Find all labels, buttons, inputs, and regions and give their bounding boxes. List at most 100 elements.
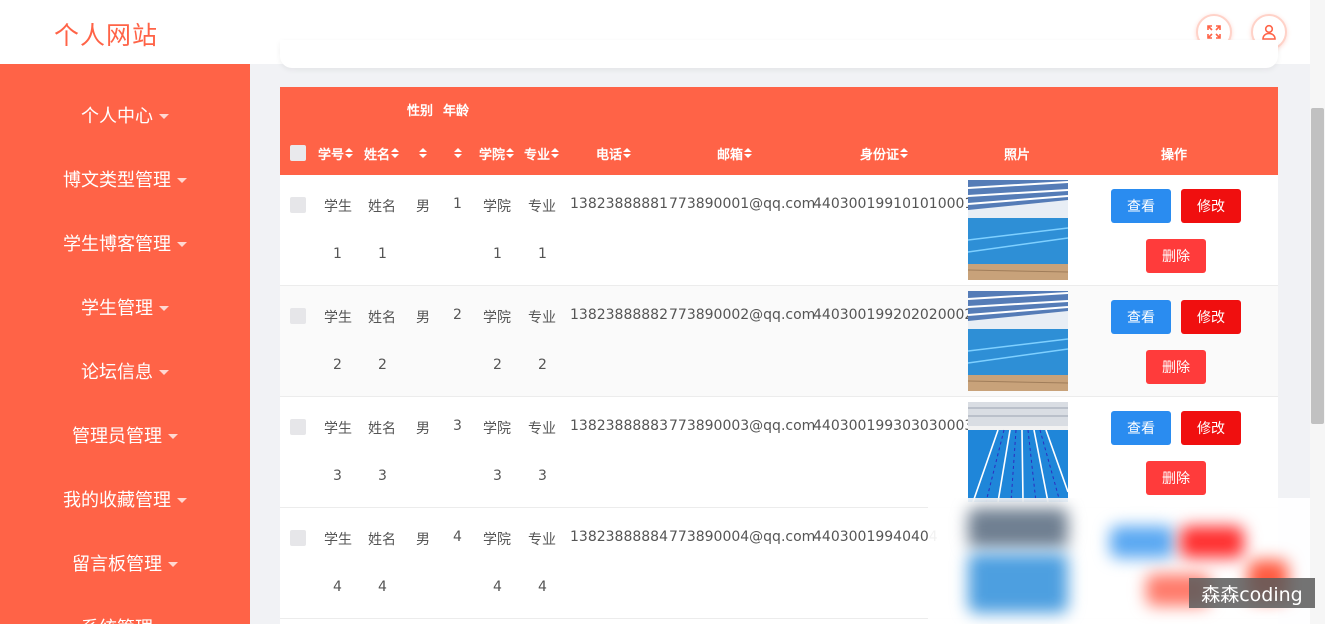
- cell-student-no-line2: 2: [333, 357, 342, 373]
- header-label: 年龄: [443, 103, 470, 119]
- cell-phone: 13823888883: [570, 418, 668, 434]
- caret-down-icon: [168, 433, 178, 439]
- cell-email: 773890002@qq.com: [669, 307, 816, 323]
- cell-student-no-line2: 1: [333, 246, 342, 262]
- header-major[interactable]: 专业: [524, 143, 560, 163]
- cell-gender: 男: [416, 421, 430, 437]
- table-row: 学生 2 姓名 2 男 2 学院 2 专业 2 13823888882 7738…: [280, 286, 1278, 397]
- delete-button[interactable]: 删除: [1146, 461, 1206, 495]
- edit-button[interactable]: 修改: [1181, 300, 1241, 334]
- header-label: 操作: [1161, 147, 1188, 163]
- sidebar-item-forum[interactable]: 论坛信息: [0, 351, 250, 391]
- cell-name: 姓名: [368, 421, 396, 437]
- header-label: 专业: [524, 147, 551, 163]
- cell-major-line2: 1: [538, 246, 547, 262]
- row-checkbox[interactable]: [290, 419, 306, 435]
- cell-student-no-line2: 3: [333, 468, 342, 484]
- sidebar-item-admin[interactable]: 管理员管理: [0, 415, 250, 455]
- cell-student-no-line2: 4: [333, 579, 342, 595]
- cell-name: 姓名: [368, 199, 396, 215]
- cell-gender: 男: [416, 199, 430, 215]
- cell-major-line2: 2: [538, 357, 547, 373]
- cell-name-line2: 3: [378, 468, 387, 484]
- header-label: 学号: [318, 147, 345, 163]
- cell-major: 专业: [528, 532, 556, 548]
- sort-icon: [345, 147, 354, 159]
- row-checkbox[interactable]: [290, 308, 306, 324]
- sidebar-item-personal-center[interactable]: 个人中心: [0, 95, 250, 135]
- view-button[interactable]: 查看: [1111, 411, 1171, 445]
- cell-college: 学院: [483, 421, 511, 437]
- delete-button[interactable]: 删除: [1146, 350, 1206, 384]
- cell-age: 3: [453, 418, 462, 434]
- sidebar-item-label: 学生博客管理: [63, 234, 171, 255]
- header-actions: 操作: [1161, 143, 1187, 163]
- cell-student-no: 学生: [324, 199, 352, 215]
- header-label: 身份证: [860, 147, 900, 163]
- cell-college-line2: 3: [493, 468, 502, 484]
- cell-student-no: 学生: [324, 532, 352, 548]
- cell-id-card: 440300199202020002: [813, 307, 974, 323]
- sort-icon: [744, 147, 753, 159]
- student-photo: [968, 291, 1068, 391]
- cell-college-line2: 2: [493, 357, 502, 373]
- sidebar-item-label: 论坛信息: [81, 362, 153, 383]
- sidebar-item-favorites[interactable]: 我的收藏管理: [0, 479, 250, 519]
- view-button[interactable]: 查看: [1111, 189, 1171, 223]
- header-label: 邮箱: [717, 147, 744, 163]
- caret-down-icon: [168, 561, 178, 567]
- edit-button[interactable]: 修改: [1181, 189, 1241, 223]
- header-name[interactable]: 姓名: [364, 143, 400, 163]
- cell-major: 专业: [528, 199, 556, 215]
- sidebar-item-student[interactable]: 学生管理: [0, 287, 250, 327]
- sidebar-item-label: 留言板管理: [72, 554, 162, 575]
- row-checkbox[interactable]: [290, 197, 306, 213]
- sort-icon: [900, 147, 909, 159]
- cell-name-line2: 2: [378, 357, 387, 373]
- caret-down-icon: [159, 369, 169, 375]
- sidebar-item-label: 系统管理: [81, 614, 153, 624]
- cell-id-card: 44030019940404: [813, 529, 938, 545]
- cell-name-line2: 4: [378, 579, 387, 595]
- cell-college-line2: 4: [493, 579, 502, 595]
- header-phone[interactable]: 电话: [596, 143, 632, 163]
- sort-age-button[interactable]: [453, 143, 462, 163]
- header-id-card[interactable]: 身份证: [860, 143, 909, 163]
- sort-icon: [419, 147, 427, 159]
- cell-college: 学院: [483, 199, 511, 215]
- search-card: [280, 40, 1278, 68]
- delete-button[interactable]: 删除: [1146, 239, 1206, 273]
- cell-age: 1: [453, 196, 462, 212]
- header-label: 姓名: [364, 147, 391, 163]
- sidebar-item-blog-type[interactable]: 博文类型管理: [0, 159, 250, 199]
- sort-icon: [551, 147, 560, 159]
- sidebar-item-system[interactable]: 系统管理: [0, 607, 250, 624]
- caret-down-icon: [177, 497, 187, 503]
- cell-email: 773890001@qq.com: [669, 196, 816, 212]
- cell-email: 773890003@qq.com: [669, 418, 816, 434]
- header-student-no[interactable]: 学号: [318, 143, 354, 163]
- view-button[interactable]: 查看: [1111, 300, 1171, 334]
- caret-down-icon: [177, 241, 187, 247]
- sort-icon: [623, 147, 632, 159]
- scrollbar-thumb[interactable]: [1311, 108, 1324, 424]
- header-label: 照片: [1004, 147, 1031, 163]
- cell-college: 学院: [483, 310, 511, 326]
- watermark: 森森coding: [1189, 578, 1315, 608]
- header-college[interactable]: 学院: [479, 143, 515, 163]
- sidebar-item-student-blog[interactable]: 学生博客管理: [0, 223, 250, 263]
- sort-gender-button[interactable]: [418, 143, 427, 163]
- cell-age: 4: [453, 529, 462, 545]
- sidebar-item-label: 博文类型管理: [63, 170, 171, 191]
- header-label: 性别: [407, 103, 434, 119]
- cell-age: 2: [453, 307, 462, 323]
- row-checkbox[interactable]: [290, 530, 306, 546]
- cell-major-line2: 4: [538, 579, 547, 595]
- sidebar-item-message-board[interactable]: 留言板管理: [0, 543, 250, 583]
- header-email[interactable]: 邮箱: [717, 143, 753, 163]
- select-all-checkbox[interactable]: [290, 145, 306, 161]
- cell-phone: 13823888884: [570, 529, 668, 545]
- edit-button[interactable]: 修改: [1181, 411, 1241, 445]
- sidebar-item-label: 学生管理: [81, 298, 153, 319]
- sidebar-item-label: 个人中心: [81, 106, 153, 127]
